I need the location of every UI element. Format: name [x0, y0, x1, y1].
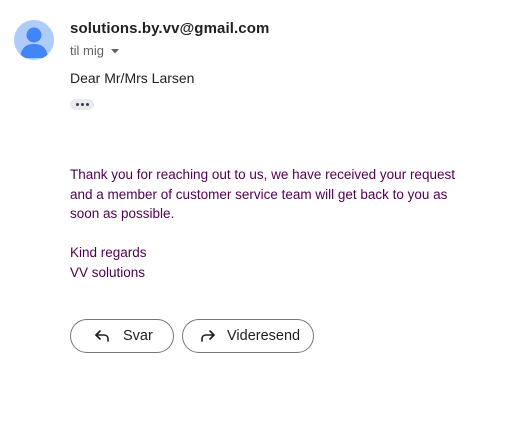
recipient-details-toggle[interactable]: til mig: [70, 43, 120, 58]
forward-label: Videresend: [227, 328, 301, 344]
signoff-line: Kind regards: [70, 245, 147, 260]
reply-label: Svar: [123, 328, 153, 344]
reply-button[interactable]: Svar: [70, 319, 174, 353]
person-icon: [20, 27, 48, 58]
recipient-label: til mig: [70, 43, 104, 58]
caret-down-icon: [110, 48, 119, 53]
reply-arrow-icon: [95, 330, 109, 342]
forward-button[interactable]: Videresend: [182, 319, 314, 353]
quoted-message: Thank you for reaching out to us, we hav…: [70, 165, 470, 282]
more-horizontal-icon: [75, 103, 79, 106]
show-trimmed-content-button[interactable]: [70, 99, 94, 110]
email-greeting: Dear Mr/Mrs Larsen: [70, 70, 195, 86]
signature-name: VV solutions: [70, 264, 146, 280]
forward-arrow-icon: [201, 330, 215, 342]
sender-email[interactable]: solutions.by.vv@gmail.com: [70, 20, 269, 37]
message-body: Thank you for reaching out to us, we hav…: [70, 167, 455, 221]
sender-avatar[interactable]: [14, 20, 54, 60]
